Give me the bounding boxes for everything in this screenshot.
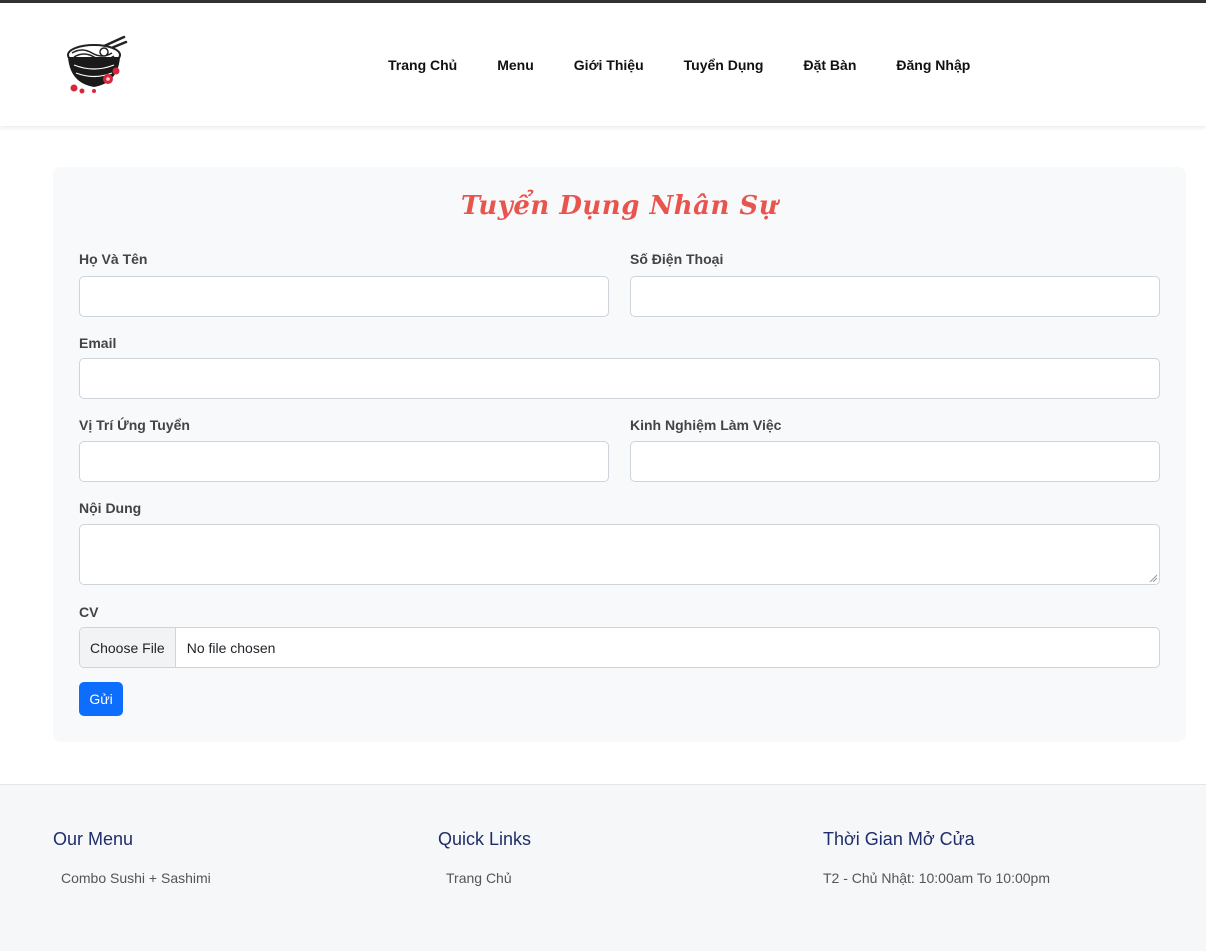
position-label: Vị Trí Ứng Tuyển <box>79 417 190 433</box>
footer-link[interactable]: Combo Sushi + Sashimi <box>53 870 211 886</box>
nav-item-menu[interactable]: Menu <box>477 57 554 73</box>
file-status-text: No file chosen <box>186 639 276 656</box>
nav-item-tuyen-dung[interactable]: Tuyển Dụng <box>664 57 784 73</box>
resize-handle-icon[interactable] <box>1149 574 1157 582</box>
position-input[interactable] <box>79 441 609 482</box>
footer-heading: Quick Links <box>438 829 532 849</box>
phone-input[interactable] <box>630 276 1160 317</box>
content-textarea[interactable] <box>79 524 1160 585</box>
email-label: Email <box>79 335 117 351</box>
site-footer: Our Menu Combo Sushi + Sashimi Quick Lin… <box>0 784 1206 951</box>
content-label: Nội Dung <box>79 500 142 516</box>
recruitment-form: Tuyển Dụng Nhân Sự Họ Và Tên Số Điện Tho… <box>53 167 1186 742</box>
nav-item-trang-chu[interactable]: Trang Chủ <box>368 57 477 73</box>
ramen-bowl-logo-icon[interactable] <box>64 33 130 99</box>
cv-file-input[interactable]: Choose File No file chosen <box>79 627 1160 668</box>
name-label: Họ Và Tên <box>79 251 148 267</box>
footer-col-quick-links: Quick Links Trang Chủ <box>438 829 531 886</box>
name-input[interactable] <box>79 276 609 317</box>
footer-col-opening-hours: Thời Gian Mở Cửa T2 - Chủ Nhật: 10:00am … <box>823 829 1050 886</box>
footer-col-our-menu: Our Menu Combo Sushi + Sashimi <box>53 829 211 886</box>
form-title: Tuyển Dụng Nhân Sự <box>460 191 779 221</box>
opening-hours-text: T2 - Chủ Nhật: 10:00am To 10:00pm <box>823 870 1050 886</box>
submit-button[interactable]: Gửi <box>79 682 123 716</box>
nav-item-dang-nhap[interactable]: Đăng Nhập <box>876 57 990 73</box>
footer-heading: Thời Gian Mở Cửa <box>823 829 975 849</box>
email-input[interactable] <box>79 358 1160 399</box>
experience-label: Kinh Nghiệm Làm Việc <box>630 417 782 433</box>
choose-file-button[interactable]: Choose File <box>80 628 176 667</box>
phone-label: Số Điện Thoại <box>630 251 724 267</box>
site-header: Trang Chủ Menu Giới Thiệu Tuyển Dụng Đặt… <box>0 3 1206 126</box>
footer-heading: Our Menu <box>53 829 134 849</box>
main-nav: Trang Chủ Menu Giới Thiệu Tuyển Dụng Đặt… <box>368 3 990 126</box>
experience-input[interactable] <box>630 441 1160 482</box>
footer-link[interactable]: Trang Chủ <box>438 870 531 886</box>
nav-item-dat-ban[interactable]: Đặt Bàn <box>783 57 876 73</box>
nav-item-gioi-thieu[interactable]: Giới Thiệu <box>554 57 664 73</box>
cv-label: CV <box>79 604 99 620</box>
